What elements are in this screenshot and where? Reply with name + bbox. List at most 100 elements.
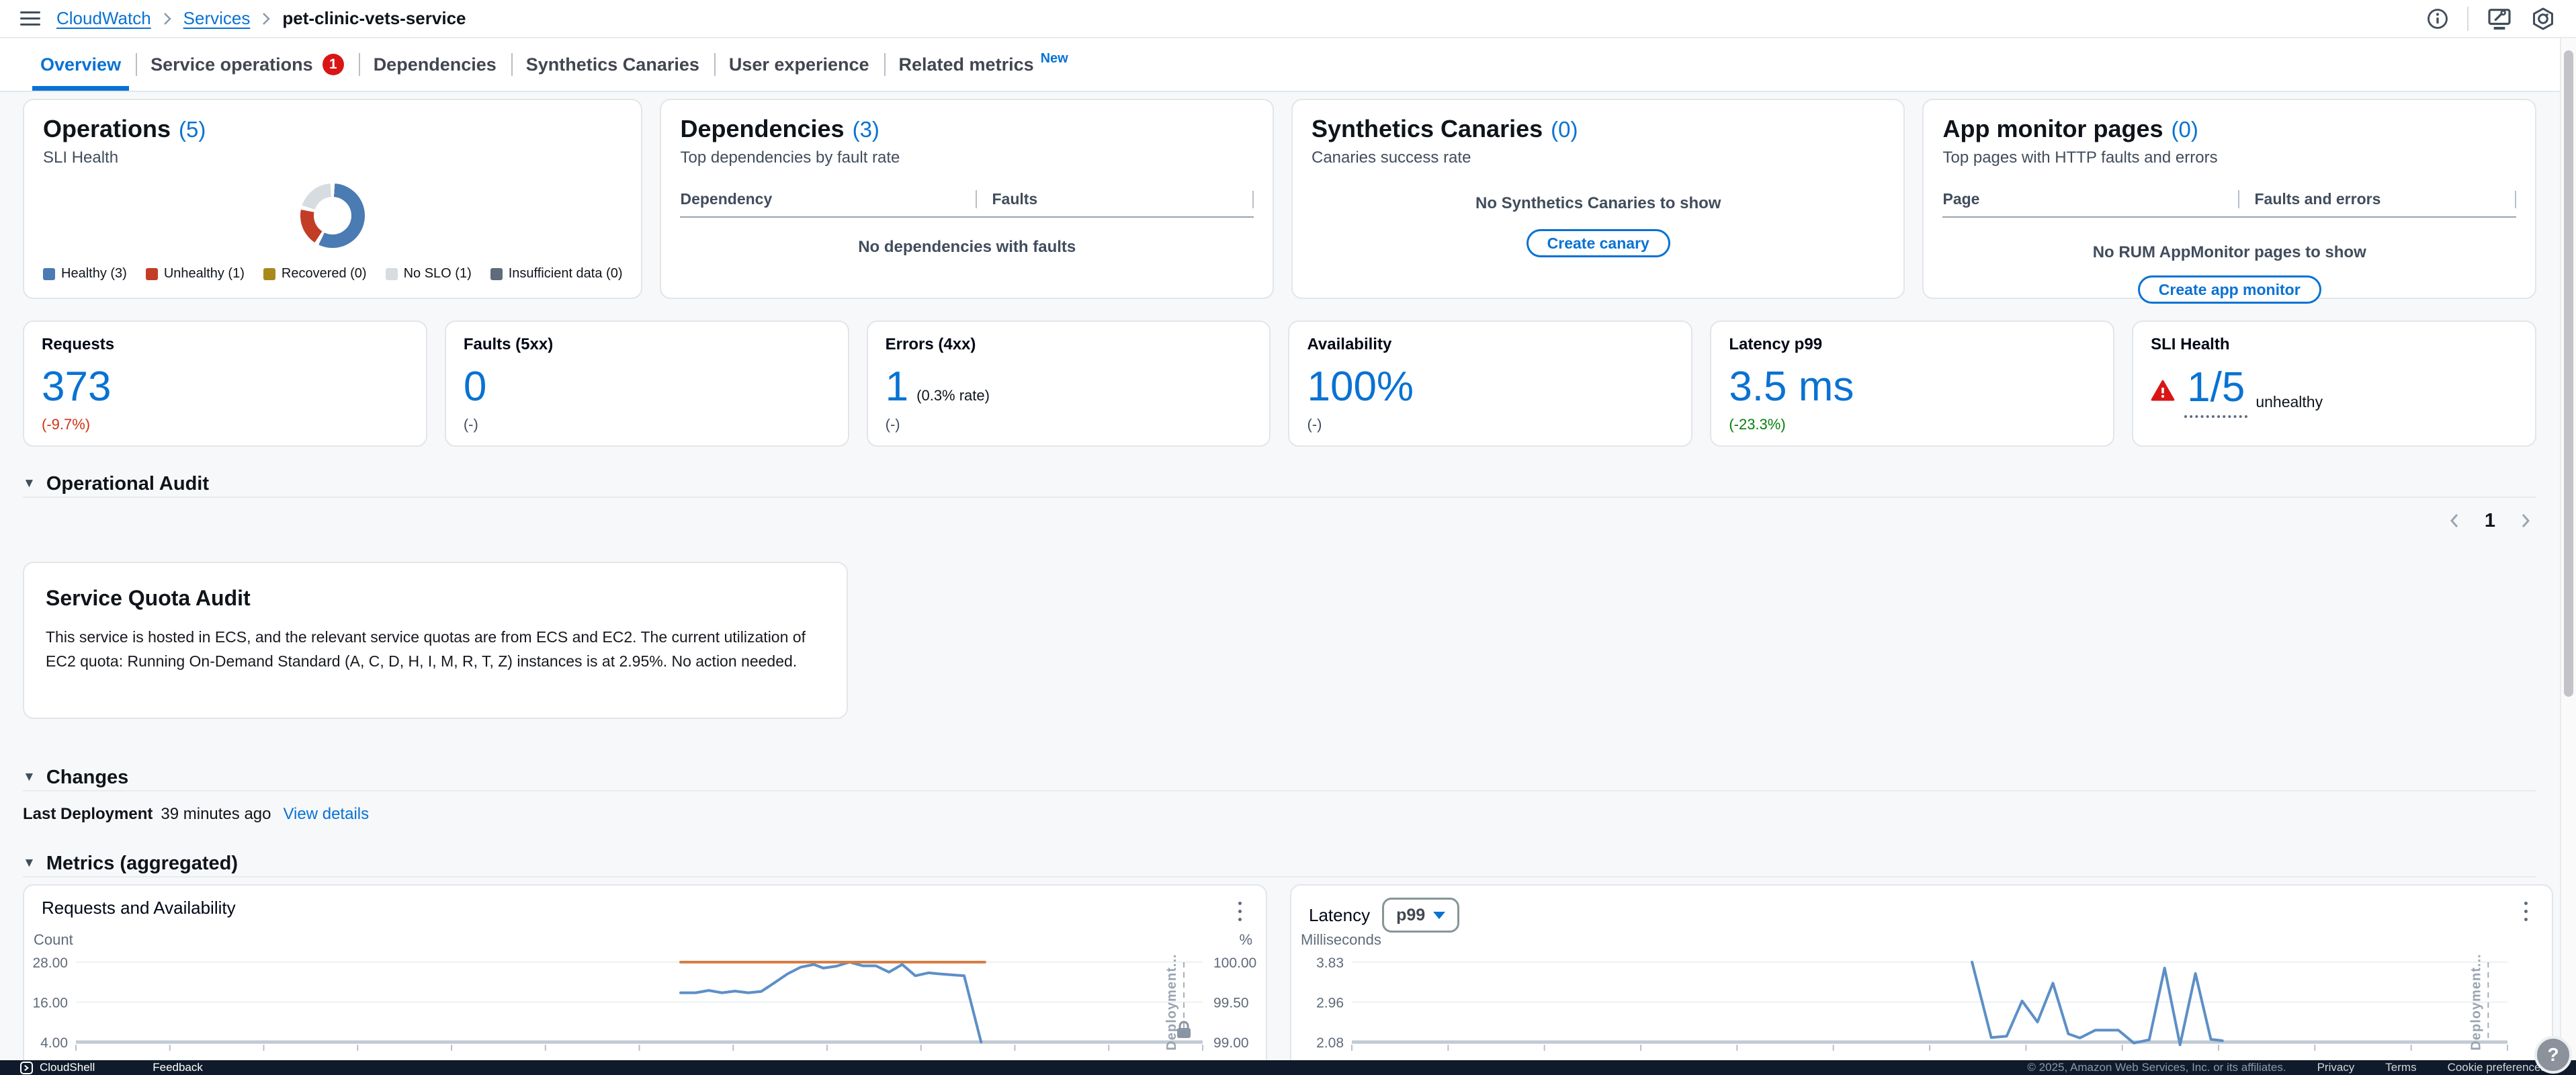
requests-availability-chart-card: Requests and Availability Count%28.00100… (23, 884, 1267, 1075)
changes-heading: Changes (46, 767, 128, 789)
operational-audit-section-header[interactable]: ▼ Operational Audit (23, 471, 2536, 498)
legend-item[interactable]: Insufficient data (0) (490, 266, 623, 282)
legend-item[interactable]: No SLO (1) (386, 266, 472, 282)
app-monitor-empty-state: No RUM AppMonitor pages to show (2093, 243, 2366, 262)
svg-text:Deployment...: Deployment... (1164, 953, 1179, 1050)
cloudshell-link[interactable]: CloudShell (40, 1061, 95, 1074)
kpi-value-suffix: (0.3% rate) (916, 387, 990, 404)
info-icon[interactable] (2425, 7, 2450, 31)
breadcrumb-current-service: pet-clinic-vets-service (282, 8, 466, 29)
kpi-value[interactable]: 1/5 (2184, 363, 2247, 418)
page-content: Operations (5) SLI Health Healthy (3)Unh… (0, 92, 2576, 1075)
create-app-monitor-button[interactable]: Create app monitor (2138, 275, 2321, 304)
legend-label: Insufficient data (0) (509, 266, 623, 282)
new-badge: New (1041, 51, 1068, 67)
privacy-link[interactable]: Privacy (2317, 1061, 2355, 1074)
legend-item[interactable]: Healthy (3) (43, 266, 127, 282)
kpi-card-requests: Requests373(-9.7%) (23, 320, 427, 447)
pagination-next-icon[interactable] (2518, 511, 2533, 530)
bottom-bar: CloudShell Feedback © 2025, Amazon Web S… (0, 1060, 2576, 1075)
legend-label: Unhealthy (1) (164, 266, 245, 282)
changes-section-header[interactable]: ▼ Changes (23, 765, 2536, 791)
service-quota-audit-title: Service Quota Audit (46, 586, 825, 611)
latency-percentile-dropdown[interactable]: p99 (1382, 898, 1459, 933)
kpi-title: Faults (5xx) (464, 335, 830, 354)
kebab-menu-icon[interactable] (2514, 896, 2537, 926)
metrics-aggregated-section-header[interactable]: ▼ Metrics (aggregated) (23, 851, 2536, 877)
kpi-caption: unhealthy (2256, 393, 2323, 411)
settings-hexagon-icon[interactable] (2530, 6, 2556, 32)
kpi-card-errors-4xx-: Errors (4xx)1(0.3% rate)(-) (867, 320, 1271, 447)
divider (2467, 7, 2468, 31)
tab-service-operations[interactable]: Service operations1 (136, 38, 359, 91)
kebab-menu-icon[interactable] (1228, 896, 1251, 926)
kpi-card-faults-5xx-: Faults (5xx) 0 (-) (445, 320, 849, 447)
notification-badge: 1 (323, 54, 344, 75)
tab-label: Synthetics Canaries (526, 54, 699, 75)
tab-overview[interactable]: Overview (26, 38, 136, 91)
dependencies-count-link[interactable]: (3) (853, 117, 879, 142)
monitor-tools-icon[interactable] (2486, 5, 2513, 32)
view-details-link[interactable]: View details (283, 805, 369, 824)
dependencies-card: Dependencies (3) Top dependencies by fau… (660, 99, 1274, 299)
dependencies-card-title: Dependencies (680, 115, 844, 143)
kpi-card-latency-p99: Latency p993.5 ms(-23.3%) (1710, 320, 2114, 447)
legend-item[interactable]: Unhealthy (1) (146, 266, 245, 282)
legend-swatch (146, 268, 158, 280)
tab-related-metrics[interactable]: Related metricsNew (884, 38, 1083, 91)
svg-text:4.00: 4.00 (40, 1035, 68, 1051)
tab-dependencies[interactable]: Dependencies (359, 38, 511, 91)
tab-user-experience[interactable]: User experience (714, 38, 884, 91)
divider (680, 216, 1254, 218)
cloudwatch-service-page: CloudWatch Services pet-clinic-vets-serv… (0, 0, 2576, 1075)
chart-title: Requests and Availability (42, 898, 236, 918)
service-quota-audit-body: This service is hosted in ECS, and the r… (46, 626, 818, 673)
cookie-preferences-link[interactable]: Cookie preferences (2448, 1061, 2546, 1074)
warning-triangle-icon (2151, 380, 2175, 402)
svg-text:Milliseconds: Milliseconds (1301, 931, 1381, 948)
column-header-faults-errors[interactable]: Faults and errors (2238, 190, 2515, 208)
kpi-change-note: (-) (886, 416, 900, 433)
kpi-change-note: (-) (464, 416, 478, 433)
legend-swatch (490, 268, 503, 280)
scrollbar-thumb[interactable] (2564, 50, 2573, 697)
kpi-value: 0 (464, 365, 486, 408)
column-header-page[interactable]: Page (1942, 190, 2238, 208)
app-monitor-card-subtitle: Top pages with HTTP faults and errors (1942, 148, 2516, 167)
svg-text:28.00: 28.00 (32, 955, 68, 971)
terms-link[interactable]: Terms (2385, 1061, 2416, 1074)
kpi-change-note: (-) (1307, 416, 1322, 433)
pagination-prev-icon[interactable] (2447, 511, 2462, 530)
chevron-right-icon (261, 11, 271, 26)
kpi-change-note: (-23.3%) (1729, 416, 1785, 433)
hamburger-menu-icon[interactable] (20, 11, 40, 26)
column-header-dependency[interactable]: Dependency (680, 190, 976, 208)
svg-text:99.50: 99.50 (1213, 996, 1249, 1011)
collapse-arrow-icon: ▼ (23, 770, 36, 785)
divider (1942, 216, 2516, 218)
kpi-card-sli-health: SLI Health1/5unhealthy (2132, 320, 2536, 447)
breadcrumb-services[interactable]: Services (183, 8, 251, 29)
pagination-page-number[interactable]: 1 (2485, 510, 2495, 532)
kpi-card-availability: Availability100%(-) (1288, 320, 1692, 447)
top-bar-actions (2425, 5, 2556, 32)
app-monitor-count-link[interactable]: (0) (2172, 117, 2198, 142)
feedback-link[interactable]: Feedback (153, 1061, 203, 1074)
donut-legend: Healthy (3) Unhealthy (1) Recovered (0) No … (43, 266, 622, 282)
cloudshell-icon[interactable] (20, 1062, 33, 1074)
legend-swatch (263, 268, 275, 280)
tab-synthetics-canaries[interactable]: Synthetics Canaries (511, 38, 714, 91)
create-canary-button[interactable]: Create canary (1527, 229, 1670, 257)
kpi-title: Requests (42, 335, 409, 354)
operations-count-link[interactable]: (5) (179, 117, 206, 142)
breadcrumb-cloudwatch[interactable]: CloudWatch (56, 8, 151, 29)
legend-item[interactable]: Recovered (0) (263, 266, 367, 282)
canaries-count-link[interactable]: (0) (1551, 117, 1578, 142)
caret-down-icon (1433, 912, 1445, 919)
help-bubble-button[interactable]: ? (2534, 1036, 2572, 1074)
sli-health-donut-chart[interactable] (300, 183, 365, 248)
copyright-text: © 2025, Amazon Web Services, Inc. or its… (2027, 1061, 2286, 1074)
kpi-value: 373 (42, 365, 111, 408)
column-header-faults[interactable]: Faults (976, 190, 1252, 208)
last-deployment-time: 39 minutes ago (161, 805, 271, 824)
